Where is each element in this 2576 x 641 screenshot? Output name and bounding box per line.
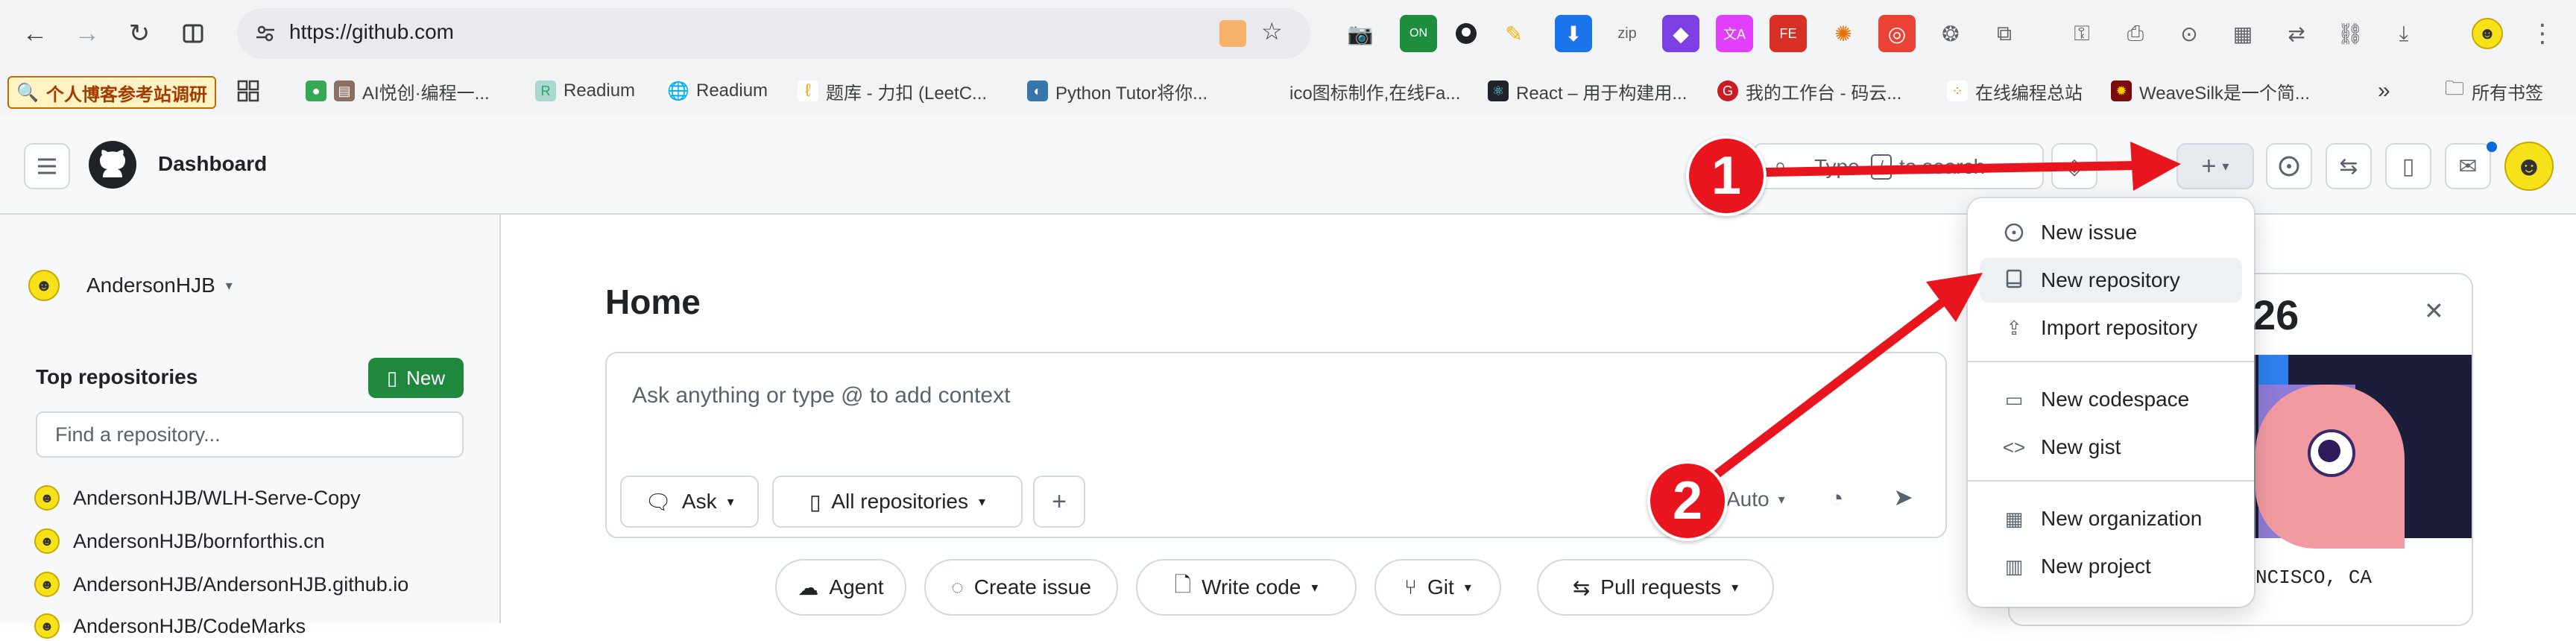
arrowhead-icon: [1926, 273, 1983, 322]
annotation-arrows: [1695, 142, 2181, 492]
step-marker-2: 2: [1647, 461, 1728, 541]
arrowhead-icon: [2130, 142, 2181, 191]
arrow-to-create-button: [1722, 161, 2141, 177]
arrow-to-new-repository: [1695, 297, 1948, 492]
step-marker-1: 1: [1686, 136, 1767, 216]
